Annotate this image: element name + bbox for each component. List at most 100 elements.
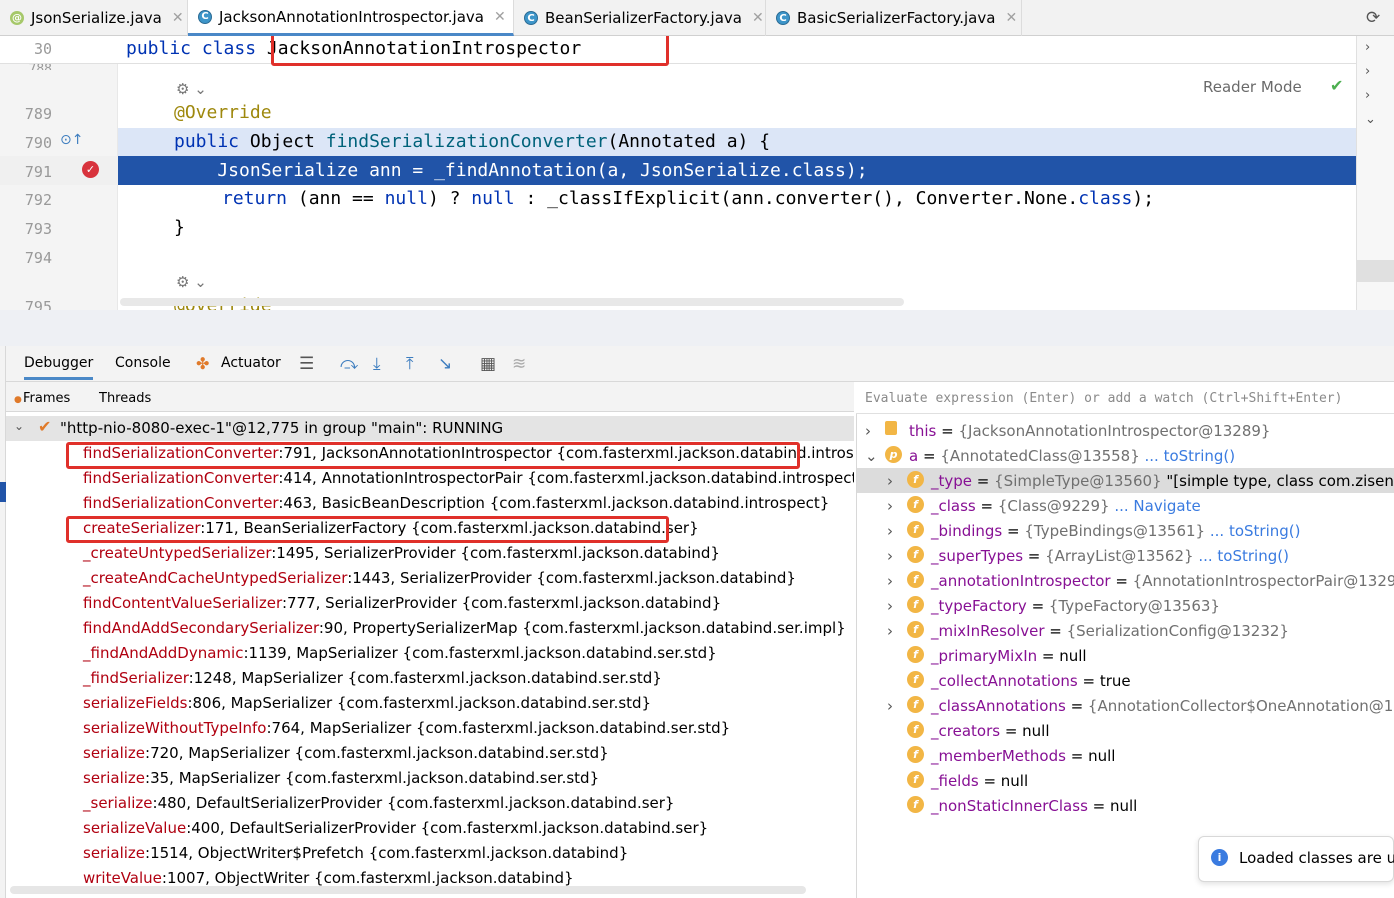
trace-icon[interactable]: ≋ <box>512 354 526 374</box>
stack-frame[interactable]: findSerializationConverter:463, BasicBea… <box>83 494 829 512</box>
chevron-right-icon[interactable]: › <box>1365 64 1370 79</box>
stack-frame[interactable]: serializeWithoutTypeInfo:764, MapSeriali… <box>83 719 730 737</box>
variable-row[interactable]: f _nonStaticInnerClass = null <box>857 793 1394 818</box>
tab-frames[interactable]: Frames <box>23 391 70 406</box>
evaluate-icon[interactable]: ▦ <box>480 354 496 374</box>
tab-actuator[interactable]: Actuator <box>221 355 281 371</box>
chevron-right-icon[interactable]: › <box>887 597 893 615</box>
step-out-icon[interactable]: ⤒ <box>406 354 414 374</box>
close-icon[interactable]: ✕ <box>1005 10 1017 26</box>
chevron-right-icon[interactable]: › <box>887 697 893 715</box>
refresh-icon[interactable]: ⟳ <box>1366 8 1380 28</box>
stack-frame[interactable]: serializeValue:400, DefaultSerializerPro… <box>83 819 708 837</box>
tab-beanserializerfactory[interactable]: C BeanSerializerFactory.java ✕ <box>514 0 766 36</box>
reader-mode-button[interactable]: Reader Mode <box>1203 78 1302 96</box>
menu-icon[interactable]: ☰ <box>299 354 314 374</box>
chevron-right-icon[interactable]: › <box>1365 88 1370 103</box>
stack-frame[interactable]: _createAndCacheUntypedSerializer:1443, S… <box>83 569 796 587</box>
chevron-right-icon[interactable]: › <box>887 572 893 590</box>
variable-row[interactable]: f _creators = null <box>857 718 1394 743</box>
close-icon[interactable]: ✕ <box>752 10 764 26</box>
stack-frame[interactable]: findAndAddSecondarySerializer:90, Proper… <box>83 619 846 637</box>
chevron-right-icon[interactable]: › <box>887 472 893 490</box>
tab-jacksonannotationintrospector[interactable]: C JacksonAnnotationIntrospector.java ✕ <box>188 0 514 36</box>
stack-frame[interactable]: serialize:1514, ObjectWriter$Prefetch {c… <box>83 844 628 862</box>
tab-threads[interactable]: Threads <box>99 391 151 406</box>
keyword: null <box>471 188 515 209</box>
scroll-thumb[interactable] <box>1357 260 1394 282</box>
frames-scrollbar[interactable] <box>10 886 806 894</box>
stack-frame[interactable]: findSerializationConverter:414, Annotati… <box>83 469 854 487</box>
stack-frame[interactable]: _serialize:480, DefaultSerializerProvide… <box>83 794 674 812</box>
step-over-icon[interactable]: ⤼ <box>340 354 358 374</box>
variable-row[interactable]: › f _class = {Class@9229} ... Navigate <box>857 493 1394 518</box>
variable-row[interactable]: › f _superTypes = {ArrayList@13562} ... to… <box>857 543 1394 568</box>
variable-text: this = {JacksonAnnotationIntrospector@13… <box>909 422 1270 440</box>
variable-link[interactable]: ... toString() <box>1194 547 1289 565</box>
chevron-down-icon[interactable]: ⌄ <box>1365 112 1376 127</box>
chevron-down-icon[interactable]: ⌄ <box>865 447 878 465</box>
variable-link[interactable]: ... Navigate <box>1110 497 1200 515</box>
breakpoint-icon[interactable]: ✓ <box>82 161 99 178</box>
equals-sign: = <box>1110 572 1133 590</box>
equals-sign: = <box>1002 522 1025 540</box>
panel-separator[interactable] <box>0 310 1394 346</box>
close-icon[interactable]: ✕ <box>172 10 184 26</box>
implementations-icon[interactable]: ⚙ ⌄ <box>176 80 207 98</box>
stack-frame[interactable]: serialize:720, MapSerializer {com.faster… <box>83 744 609 762</box>
stack-frame[interactable]: _findAndAddDynamic:1139, MapSerializer {… <box>83 644 717 662</box>
close-icon[interactable]: ✕ <box>494 9 506 25</box>
chevron-right-icon[interactable]: › <box>887 497 893 515</box>
variable-link[interactable]: ... toString() <box>1140 447 1236 465</box>
stack-frame[interactable]: _findSerializer:1248, MapSerializer {com… <box>83 669 662 687</box>
tab-label: JsonSerialize.java <box>31 9 162 27</box>
actuator-icon: ✤ <box>196 354 210 373</box>
variable-row[interactable]: f _collectAnnotations = true <box>857 668 1394 693</box>
stack-frame[interactable]: writeValue:1007, ObjectWriter {com.faste… <box>83 869 574 887</box>
variable-row[interactable]: f _fields = null <box>857 768 1394 793</box>
code-editor[interactable]: 30 public class JacksonAnnotationIntrosp… <box>0 36 1356 310</box>
tab-basicserializerfactory[interactable]: C BasicSerializerFactory.java ✕ <box>766 0 1022 36</box>
equals-sign: = <box>978 772 1001 790</box>
variable-extra: "[simple type, class com.zisen.spo <box>1166 472 1394 490</box>
variable-row[interactable]: › f _mixInResolver = {SerializationConfig@… <box>857 618 1394 643</box>
implementations-icon[interactable]: ⚙ ⌄ <box>176 273 207 291</box>
tab-console[interactable]: Console <box>115 355 171 371</box>
tab-jsonserialize[interactable]: @ JsonSerialize.java ✕ <box>0 0 188 36</box>
chevron-right-icon[interactable]: › <box>887 547 893 565</box>
field-icon: f <box>907 596 924 613</box>
variable-text: _typeFactory = {TypeFactory@13563} <box>931 597 1220 615</box>
chevron-right-icon[interactable]: › <box>1365 40 1370 55</box>
field-icon: f <box>907 721 924 738</box>
tab-debugger[interactable]: Debugger <box>24 355 94 380</box>
stack-frame[interactable]: findContentValueSerializer:777, Serializ… <box>83 594 721 612</box>
variable-row[interactable]: › f _typeFactory = {TypeFactory@13563} <box>857 593 1394 618</box>
variable-row[interactable]: f _primaryMixIn = null <box>857 643 1394 668</box>
variable-name: _nonStaticInnerClass <box>931 797 1088 815</box>
variable-row[interactable]: ⌄ p a = {AnnotatedClass@13558} ... toStrin… <box>857 443 1394 468</box>
thread-row[interactable]: ⌄ ✔ "http-nio-8080-exec-1"@12,775 in gro… <box>6 416 854 441</box>
horizontal-scrollbar[interactable] <box>120 298 904 306</box>
evaluate-input[interactable]: Evaluate expression (Enter) or add a wat… <box>865 391 1342 406</box>
evaluate-bar[interactable]: Evaluate expression (Enter) or add a wat… <box>856 382 1394 414</box>
overrides-icon[interactable]: ⊙↑ <box>60 132 83 148</box>
notification-popup[interactable]: i Loaded classes are up <box>1198 836 1394 882</box>
chevron-right-icon[interactable]: › <box>887 622 893 640</box>
chevron-down-icon[interactable]: ⌄ <box>14 419 24 433</box>
variable-row[interactable]: › f _classAnnotations = {AnnotationCollect… <box>857 693 1394 718</box>
variable-row[interactable]: › f _annotationIntrospector = {AnnotationI… <box>857 568 1394 593</box>
step-into-icon[interactable]: ⤓ <box>373 354 381 374</box>
variable-row[interactable]: › this = {JacksonAnnotationIntrospector@1… <box>857 418 1394 443</box>
chevron-right-icon[interactable]: › <box>865 422 871 440</box>
notification-text: Loaded classes are up <box>1239 849 1394 867</box>
variable-link[interactable]: ... toString() <box>1205 522 1301 540</box>
variable-row[interactable]: › f _type = {SimpleType@13560} "[simple ty… <box>857 468 1394 493</box>
variable-row[interactable]: › f _bindings = {TypeBindings@13561} ... t… <box>857 518 1394 543</box>
stack-frame[interactable]: serializeFields:806, MapSerializer {com.… <box>83 694 651 712</box>
stack-frame[interactable]: _createUntypedSerializer:1495, Serialize… <box>83 544 720 562</box>
run-to-cursor-icon[interactable]: ↘ <box>438 354 452 374</box>
frame-method: serialize <box>83 844 146 862</box>
variable-row[interactable]: f _memberMethods = null <box>857 743 1394 768</box>
stack-frame[interactable]: serialize:35, MapSerializer {com.fasterx… <box>83 769 599 787</box>
chevron-right-icon[interactable]: › <box>887 522 893 540</box>
